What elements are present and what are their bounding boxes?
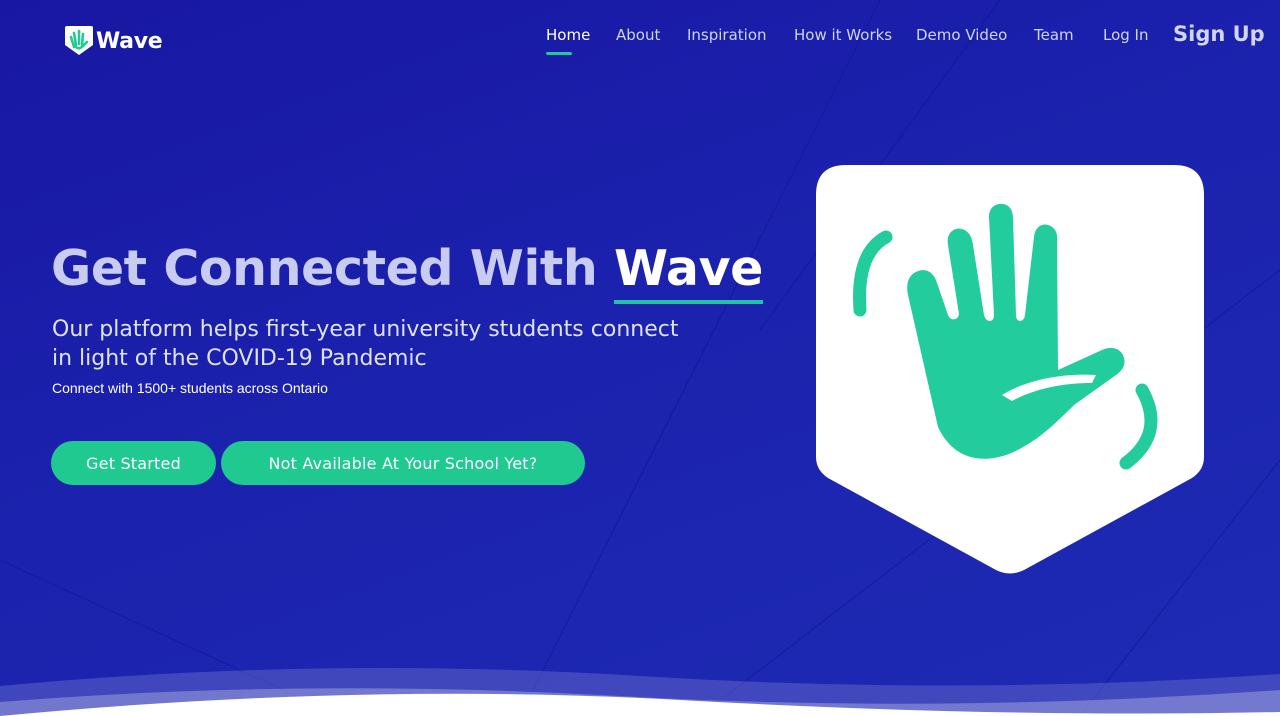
signup-link[interactable]: Sign Up — [1173, 22, 1265, 46]
waving-hand-shield-icon — [816, 165, 1204, 574]
nav-inspiration-link[interactable]: Inspiration — [687, 26, 767, 44]
nav-team-link[interactable]: Team — [1034, 26, 1074, 44]
hero-subtitle: Our platform helps first-year university… — [52, 317, 679, 371]
hero-title-accent-text: Wave — [614, 240, 763, 297]
get-started-button[interactable]: Get Started — [51, 441, 216, 485]
top-navbar: Wave Home About Inspiration How it Works… — [0, 0, 1280, 76]
wave-hand-logo-icon — [65, 26, 93, 55]
nav-demo-video-link[interactable]: Demo Video — [916, 26, 1007, 44]
title-accent-underline — [614, 300, 763, 304]
nav-about-link[interactable]: About — [616, 26, 660, 44]
active-nav-indicator — [546, 52, 572, 55]
brand-name: Wave — [96, 28, 163, 54]
nav-how-it-works-link[interactable]: How it Works — [794, 26, 892, 44]
hero-tagline: Connect with 1500+ students across Ontar… — [52, 380, 328, 396]
bottom-wave-decoration — [0, 668, 1280, 716]
hero-title-prefix: Get Connected With — [51, 240, 615, 297]
not-available-button[interactable]: Not Available At Your School Yet? — [221, 441, 585, 485]
brand-logo[interactable]: Wave — [64, 25, 163, 57]
hero-title: Get Connected With Wave — [51, 240, 763, 304]
hero-title-accent: Wave — [614, 240, 763, 304]
nav-home-link[interactable]: Home — [546, 26, 590, 44]
nav-login-link[interactable]: Log In — [1103, 26, 1149, 44]
